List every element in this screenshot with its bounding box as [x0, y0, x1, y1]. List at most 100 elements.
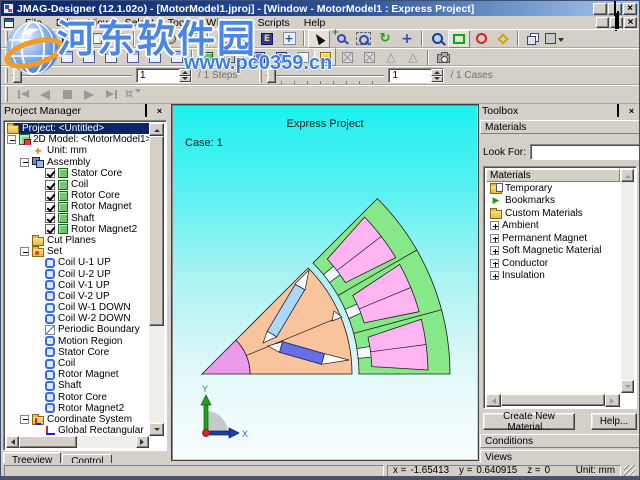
show-layers-button[interactable]: [522, 30, 544, 48]
redo-button[interactable]: [108, 30, 130, 48]
menu-select[interactable]: Select: [118, 16, 161, 29]
toolbar-grip[interactable]: [259, 68, 262, 83]
panel-float-button[interactable]: [611, 106, 624, 117]
materials-hscrollbar[interactable]: [486, 394, 620, 406]
save-project-button[interactable]: [56, 30, 78, 48]
tree-item-bookmarks[interactable]: ▶Bookmarks: [490, 195, 620, 208]
visibility-checkbox[interactable]: [45, 191, 55, 201]
toolbar-grip[interactable]: [5, 87, 8, 102]
case-down-button[interactable]: [431, 76, 443, 83]
toolbar-grip[interactable]: [5, 68, 8, 83]
open-project-button[interactable]: [34, 30, 56, 48]
tree-item-rotor-magnet[interactable]: Rotor Magnet: [7, 201, 149, 212]
zoom-to-region-button[interactable]: [352, 30, 374, 48]
rotate-view-button[interactable]: ↻: [374, 30, 396, 48]
skip-to-start-button[interactable]: [12, 86, 34, 103]
tree-item-coil-u-1-up[interactable]: Coil U-1 UP: [7, 257, 149, 268]
scroll-down-button[interactable]: [149, 423, 164, 436]
express-mode-button[interactable]: E: [256, 30, 278, 48]
step-backward-button[interactable]: [34, 86, 56, 103]
tree-item-cut-planes[interactable]: Cut Planes: [7, 235, 149, 246]
tree-item-insulation[interactable]: Insulation: [490, 270, 620, 283]
tree-item-motion-region[interactable]: Motion Region: [7, 336, 149, 347]
scroll-up-button[interactable]: [149, 123, 164, 136]
document-icon[interactable]: [4, 18, 14, 28]
materials-list-header[interactable]: Materials: [486, 169, 620, 182]
view-preset-2-button[interactable]: [34, 48, 56, 66]
highlight-selection-button[interactable]: [314, 48, 336, 66]
tree-item-rotor-magnet2[interactable]: Rotor Magnet2: [7, 224, 149, 235]
project-tree-hscrollbar[interactable]: [6, 436, 149, 448]
tree-item-ambient[interactable]: Ambient: [490, 220, 620, 233]
help-button[interactable]: Help...: [591, 413, 637, 430]
tree-item-rotor-core[interactable]: Rotor Core: [7, 392, 149, 403]
hide-others-button[interactable]: [358, 48, 380, 66]
look-for-input[interactable]: [530, 144, 640, 160]
tree-item-rotor-magnet2[interactable]: Rotor Magnet2: [7, 403, 149, 414]
show-parts-button[interactable]: [234, 30, 256, 48]
collapse-icon[interactable]: [20, 247, 29, 256]
tree-item-periodic-boundary[interactable]: Periodic Boundary: [7, 324, 149, 335]
show-mesh-button[interactable]: △: [380, 48, 402, 66]
step-slider[interactable]: [12, 68, 132, 83]
expand-icon[interactable]: [490, 246, 499, 255]
show-solid-edges-button[interactable]: [270, 48, 292, 66]
tree-item-stator-core[interactable]: Stator Core: [7, 168, 149, 179]
display-mode-button[interactable]: [544, 30, 566, 48]
menu-window[interactable]: Window: [199, 16, 250, 29]
tree-item-coordinate-system[interactable]: Coordinate System: [7, 414, 149, 425]
panel-float-button[interactable]: [139, 106, 152, 117]
collapse-icon[interactable]: [20, 415, 29, 424]
tree-item-permanent-magnet[interactable]: Permanent Magnet: [490, 232, 620, 245]
tree-item-rotor-core[interactable]: Rotor Core: [7, 190, 149, 201]
step-slider-thumb[interactable]: [13, 68, 22, 83]
show-sphere-button[interactable]: [160, 30, 182, 48]
tree-item-coil-w-1-down[interactable]: Coil W-1 DOWN: [7, 302, 149, 313]
menu-view[interactable]: View: [81, 16, 118, 29]
view-preset-7-button[interactable]: [144, 48, 166, 66]
magnifier-button[interactable]: [426, 30, 448, 48]
tree-item-soft-magnetic-material[interactable]: Soft Magnetic Material: [490, 245, 620, 258]
case-slider[interactable]: [266, 68, 384, 83]
visibility-checkbox[interactable]: [45, 202, 55, 212]
menu-file[interactable]: File: [18, 16, 49, 29]
view-preset-6-button[interactable]: [122, 48, 144, 66]
delete-button[interactable]: *: [138, 30, 160, 48]
scroll-right-button[interactable]: [136, 436, 149, 448]
animation-settings-button[interactable]: ¤: [122, 86, 144, 103]
scroll-up-button[interactable]: [621, 169, 634, 182]
step-down-button[interactable]: [179, 76, 191, 83]
fit-to-window-button[interactable]: +: [278, 30, 300, 48]
step-input[interactable]: [137, 70, 179, 81]
menu-edit[interactable]: Edit: [49, 16, 81, 29]
visibility-checkbox[interactable]: [45, 168, 55, 178]
tree-item-custom-materials[interactable]: Custom Materials: [490, 207, 620, 220]
tree-item-global-rectangular[interactable]: Global Rectangular: [7, 425, 149, 436]
select-by-circle-button[interactable]: [470, 30, 492, 48]
visibility-checkbox[interactable]: [45, 180, 55, 190]
expand-icon[interactable]: [490, 259, 499, 268]
materials-vscrollbar[interactable]: [621, 169, 634, 393]
section-conditions[interactable]: Conditions: [480, 434, 640, 448]
menu-scripts[interactable]: Scripts: [251, 16, 297, 29]
mdi-restore-button[interactable]: [610, 17, 623, 28]
case-input[interactable]: [389, 70, 431, 81]
new-project-button[interactable]: [12, 30, 34, 48]
stop-button[interactable]: [56, 86, 78, 103]
undo-button[interactable]: [86, 30, 108, 48]
hide-part-button[interactable]: [336, 48, 358, 66]
toolbar-grip[interactable]: [5, 50, 8, 65]
view-preset-8-button[interactable]: [166, 48, 188, 66]
scroll-thumb[interactable]: [501, 394, 605, 406]
skip-to-end-button[interactable]: [100, 86, 122, 103]
tree-item-shaft[interactable]: Shaft: [7, 213, 149, 224]
collapse-icon[interactable]: [7, 135, 16, 144]
section-views[interactable]: Views: [480, 450, 640, 464]
tree-item-conductor[interactable]: Conductor: [490, 257, 620, 270]
tree-item-unit-mm[interactable]: +Unit: mm: [7, 145, 149, 156]
tree-item-coil-u-2-up[interactable]: Coil U-2 UP: [7, 268, 149, 279]
scroll-right-button[interactable]: [605, 394, 620, 407]
menu-tools[interactable]: Tools: [161, 16, 200, 29]
view-preset-3-button[interactable]: [56, 48, 78, 66]
show-mesh-lines-button[interactable]: △: [402, 48, 424, 66]
